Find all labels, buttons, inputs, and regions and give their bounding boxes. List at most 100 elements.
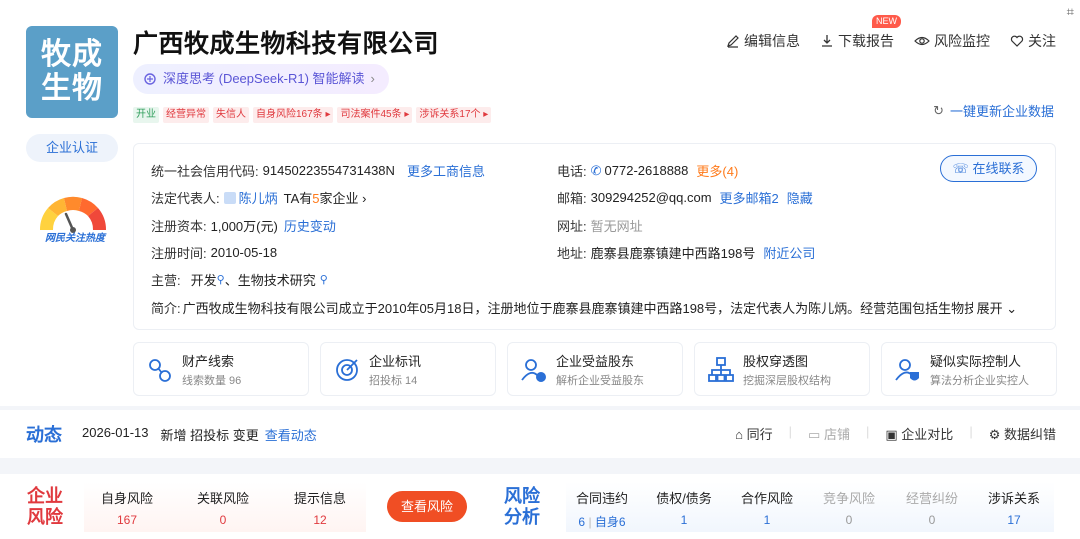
divider: | <box>588 515 592 529</box>
peer-label: 同行 <box>746 427 773 442</box>
risk-analysis-title-line2: 分析 <box>504 507 540 527</box>
feature-beneficiary[interactable]: 企业受益股东 解析企业受益股东 <box>507 342 683 396</box>
tag-open: 开业 <box>133 107 159 123</box>
lawsuit-relation-value: 17 <box>1007 513 1021 527</box>
person-avatar-icon <box>223 191 236 204</box>
certification-button[interactable]: 企业认证 <box>26 134 118 162</box>
capital-history-link[interactable]: 历史变动 <box>284 216 336 235</box>
data-correction-button[interactable]: ⚙ 数据纠错 <box>989 424 1056 443</box>
ai-analysis-button[interactable]: 深度思考 (DeepSeek-R1) 智能解读 › <box>133 64 389 94</box>
nearby-companies-link[interactable]: 附近公司 <box>763 243 815 262</box>
feature-title: 企业标讯 <box>369 354 422 369</box>
equity-chart-icon <box>708 357 734 382</box>
contract-breach-value: 6 | 自身6 <box>574 513 630 530</box>
divider: | <box>969 424 973 439</box>
bidding-target-icon <box>336 359 358 381</box>
correction-label: 数据纠错 <box>1003 427 1056 442</box>
refresh-data-label: 一键更新企业数据 <box>949 104 1054 119</box>
edit-info-button[interactable]: 编辑信息 <box>726 31 800 51</box>
company-name: 广西牧成生物科技有限公司 <box>133 29 440 58</box>
company-risk-title: 企业 风险 <box>27 486 63 528</box>
related-risk-stat[interactable]: 关联风险 0 <box>196 488 250 527</box>
view-dynamic-link[interactable]: 查看动态 <box>265 425 317 444</box>
hide-email-link[interactable]: 隐藏 <box>787 188 813 207</box>
expand-button[interactable]: 展开 ⌄ <box>977 298 1018 317</box>
download-report-button[interactable]: 下载报告 NEW <box>820 15 901 51</box>
qr-code-icon[interactable]: ⌗ <box>1067 4 1074 20</box>
legal-rep-enterprises-link[interactable]: TA有5家企业 › <box>284 188 367 207</box>
feature-equity-chart[interactable]: 股权穿透图 挖掘深层股权结构 <box>694 342 870 396</box>
beneficiary-icon <box>521 359 546 382</box>
website-value: 暂无网址 <box>590 219 643 234</box>
tag-abnormal[interactable]: 经营异常 <box>163 107 209 123</box>
search-icon[interactable]: ⚲ <box>217 273 225 286</box>
credit-code-value[interactable]: 91450223554731438N <box>263 163 395 178</box>
feature-property-clues[interactable]: 财产线索 线索数量 96 <box>133 342 309 396</box>
feature-actual-controller[interactable]: 疑似实际控制人 算法分析企业实控人 <box>881 342 1057 396</box>
logo-text-line2: 生物 <box>41 72 103 105</box>
reg-date-value: 2010-05-18 <box>210 245 278 260</box>
dynamic-bar: 动态 2026-01-13 新增 招投标 变更 查看动态 ⌂ 同行 | ▭ 店铺… <box>0 410 1080 458</box>
contract-breach-stat[interactable]: 合同违约 6 | 自身6 <box>574 488 630 530</box>
lawsuit-relation-stat[interactable]: 涉诉关系 17 <box>986 488 1042 527</box>
more-emails-link[interactable]: 更多邮箱2 <box>720 188 779 207</box>
email-value[interactable]: 309294252@qq.com <box>591 190 712 205</box>
chevron-right-icon: › <box>370 71 375 86</box>
risk-analysis-title: 风险 分析 <box>504 486 540 528</box>
feature-subtitle: 挖掘深层股权结构 <box>743 375 831 387</box>
business-dispute-stat[interactable]: 经营纠纷 0 <box>904 488 960 527</box>
refresh-data-button[interactable]: ↻ 一键更新企业数据 <box>933 101 1054 120</box>
business-row: 主营: 开发 ⚲ 、 生物技术研究 ⚲ <box>151 270 328 289</box>
compare-button[interactable]: ▣ 企业对比 <box>885 424 953 443</box>
more-business-info-link[interactable]: 更多工商信息 <box>407 161 485 180</box>
legal-rep-link[interactable]: 陈儿炳 <box>239 188 278 207</box>
debt-stat[interactable]: 债权/债务 1 <box>654 488 714 527</box>
business-item-1[interactable]: 开发 <box>191 270 217 289</box>
feature-title: 企业受益股东 <box>556 354 635 369</box>
legal-rep-enterprises-count: 5 <box>312 191 320 206</box>
cooperation-risk-stat[interactable]: 合作风险 1 <box>739 488 795 527</box>
risk-monitor-button[interactable]: 风险监控 <box>914 31 990 51</box>
risk-analysis-title-line1: 风险 <box>504 486 540 506</box>
business-item-2[interactable]: 生物技术研究 <box>238 270 316 289</box>
contract-breach-label: 合同违约 <box>575 491 628 506</box>
email-row: 邮箱: 309294252@qq.com 更多邮箱2 隐藏 <box>557 188 813 207</box>
logo-text-line1: 牧成 <box>41 38 103 71</box>
peer-button[interactable]: ⌂ 同行 <box>735 424 773 443</box>
view-risk-button[interactable]: 查看风险 <box>387 491 467 522</box>
company-logo: 牧成 生物 <box>26 26 118 118</box>
download-icon <box>822 35 832 47</box>
search-icon[interactable]: ⚲ <box>320 273 328 286</box>
online-contact-button[interactable]: ☏ 在线联系 <box>940 155 1037 182</box>
dynamic-text: 新增 招投标 变更 <box>160 428 259 443</box>
shop-button[interactable]: ▭ 店铺 <box>808 424 850 443</box>
property-clue-icon <box>149 359 171 382</box>
feature-bidding[interactable]: 企业标讯 招投标 14 <box>320 342 496 396</box>
company-risk-title-line1: 企业 <box>27 486 63 506</box>
status-tags: 开业 经营异常 失信人 自身风险167条 ▸ 司法案件45条 ▸ 涉诉关系17个… <box>133 107 492 123</box>
tag-self-risk[interactable]: 自身风险167条 ▸ <box>253 107 334 123</box>
cooperation-risk-value: 1 <box>763 513 771 527</box>
lawsuit-relation-label: 涉诉关系 <box>987 491 1040 506</box>
related-risk-value: 0 <box>219 513 227 527</box>
hint-info-stat[interactable]: 提示信息 12 <box>293 488 347 527</box>
self-risk-label: 自身风险 <box>100 491 153 506</box>
competition-risk-value: 0 <box>845 513 853 527</box>
feature-subtitle: 招投标 14 <box>369 375 418 387</box>
correction-icon: ⚙ <box>988 427 1001 442</box>
competition-risk-stat[interactable]: 竞争风险 0 <box>821 488 877 527</box>
credit-code-label: 统一社会信用代码: <box>151 164 259 179</box>
divider: | <box>788 424 793 439</box>
more-phones-link[interactable]: 更多(4) <box>696 161 738 180</box>
chevron-down-icon: ⌄ <box>1006 301 1018 316</box>
tag-judicial[interactable]: 司法案件45条 ▸ <box>337 107 413 123</box>
tag-dishonest[interactable]: 失信人 <box>213 107 249 123</box>
follow-button[interactable]: 关注 <box>1010 31 1056 51</box>
business-label: 主营: <box>151 273 181 288</box>
tag-lawsuit[interactable]: 涉诉关系17个 ▸ <box>416 107 492 123</box>
self-risk-stat[interactable]: 自身风险 167 <box>100 488 154 527</box>
ai-analysis-label: 深度思考 (DeepSeek-R1) 智能解读 <box>163 71 365 86</box>
address-value[interactable]: 鹿寨县鹿寨镇建中西路198号 <box>591 243 756 262</box>
feature-cards: 财产线索 线索数量 96 企业标讯 招投标 14 企业受益股东 解析企业受益股东 <box>133 342 1057 396</box>
phone-value[interactable]: 0772-2618888 <box>605 163 689 178</box>
